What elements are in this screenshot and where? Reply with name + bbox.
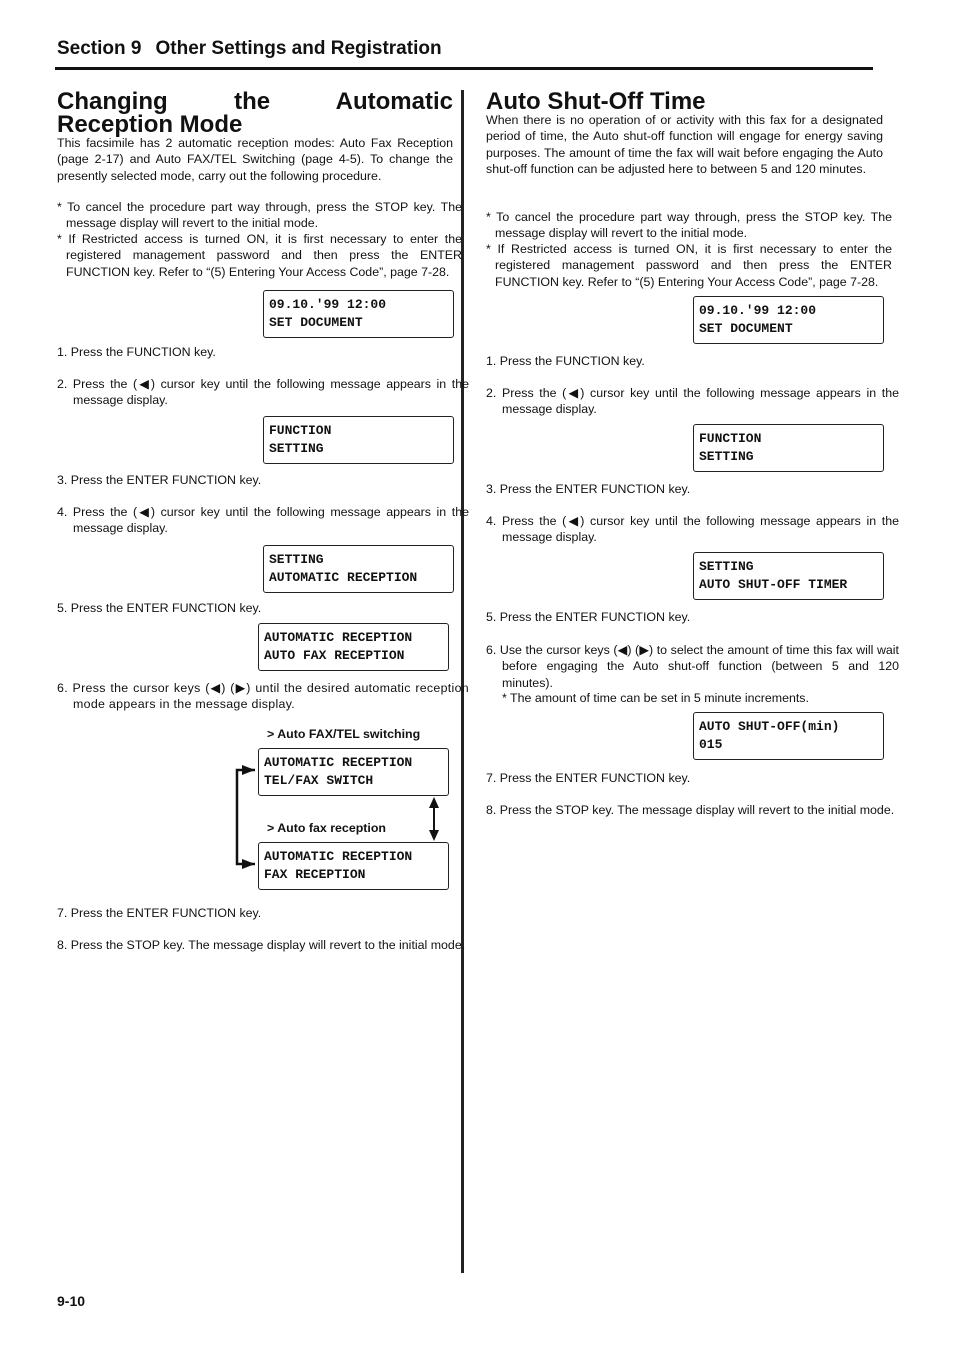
header-rule — [55, 67, 873, 70]
right-step-7: 7. Press the ENTER FUNCTION key. — [486, 771, 691, 785]
page-number: 9-10 — [57, 1293, 86, 1309]
cycle-arrow-icon — [235, 765, 255, 869]
left-note-restricted: * If Restricted access is turned ON, it … — [57, 232, 462, 279]
lcd-line: AUTO FAX RECEPTION — [264, 647, 405, 663]
right-step-5: 5. Press the ENTER FUNCTION key. — [486, 610, 691, 624]
lcd-minutes: AUTO SHUT-OFF(min) 015 — [693, 712, 884, 760]
right-note-cancel: * To cancel the procedure part way throu… — [486, 210, 892, 241]
lcd-line: AUTO SHUT-OFF(min) — [699, 719, 840, 734]
right-step-4: 4. Press the (◀) cursor key until the fo… — [486, 514, 899, 545]
right-title: Auto Shut-Off Time — [486, 88, 706, 115]
lcd-line: SETTING — [699, 448, 754, 464]
right-step-3: 3. Press the ENTER FUNCTION key. — [486, 482, 691, 496]
lcd-function: FUNCTION SETTING — [263, 416, 454, 464]
left-note-cancel: * To cancel the procedure part way throu… — [57, 200, 462, 231]
left-step-8: 8. Press the STOP key. The message displ… — [57, 938, 466, 952]
lcd-line: SETTING — [269, 552, 324, 567]
lcd-line: AUTO SHUT-OFF TIMER — [699, 576, 848, 592]
lcd-line: SETTING — [699, 559, 754, 574]
double-arrow-icon — [429, 797, 439, 841]
left-step-5: 5. Press the ENTER FUNCTION key. — [57, 601, 262, 615]
lcd-function-right: FUNCTION SETTING — [693, 424, 884, 472]
lcd-line: SET DOCUMENT — [699, 320, 793, 336]
label-fax: > Auto fax reception — [267, 821, 386, 835]
lcd-line: SETTING — [269, 440, 324, 456]
lcd-initial: 09.10.'99 12:00 SET DOCUMENT — [263, 290, 454, 338]
left-step-2: 2. Press the (◀) cursor key until the fo… — [57, 377, 469, 408]
label-telfax: > Auto FAX/TEL switching — [267, 727, 421, 741]
lcd-line: TEL/FAX SWITCH — [264, 772, 374, 788]
lcd-line: 09.10.'99 12:00 — [269, 297, 387, 312]
right-step-1: 1. Press the FUNCTION key. — [486, 354, 645, 368]
lcd-line: FAX RECEPTION — [264, 866, 366, 882]
section-number: Section 9 — [57, 38, 142, 59]
left-step-7: 7. Press the ENTER FUNCTION key. — [57, 906, 262, 920]
right-step-8: 8. Press the STOP key. The message displ… — [486, 803, 895, 817]
right-step-6-note: * The amount of time can be set in 5 min… — [502, 691, 809, 705]
right-note-restricted: * If Restricted access is turned ON, it … — [486, 242, 892, 289]
lcd-setting-right: SETTING AUTO SHUT-OFF TIMER — [693, 552, 884, 600]
section-header: Section 9 Other Settings and Registration — [57, 38, 442, 60]
lcd-fax: AUTOMATIC RECEPTION FAX RECEPTION — [258, 842, 449, 890]
left-step-1: 1. Press the FUNCTION key. — [57, 345, 216, 359]
lcd-line: AUTOMATIC RECEPTION — [264, 755, 413, 770]
left-title: Changing the Automatic Reception Mode — [57, 88, 453, 138]
lcd-telfax: AUTOMATIC RECEPTION TEL/FAX SWITCH — [258, 748, 449, 796]
lcd-line: AUTOMATIC RECEPTION — [264, 849, 413, 864]
lcd-current-mode: AUTOMATIC RECEPTION AUTO FAX RECEPTION — [258, 623, 449, 671]
lcd-line: FUNCTION — [269, 423, 332, 438]
lcd-line: SET DOCUMENT — [269, 314, 363, 330]
lcd-line: FUNCTION — [699, 431, 762, 446]
lcd-line: AUTOMATIC RECEPTION — [264, 630, 413, 645]
lcd-line: AUTOMATIC RECEPTION — [269, 569, 418, 585]
lcd-initial-right: 09.10.'99 12:00 SET DOCUMENT — [693, 296, 884, 344]
right-step-2: 2. Press the (◀) cursor key until the fo… — [486, 386, 899, 417]
left-intro: This facsimile has 2 automatic reception… — [57, 136, 453, 183]
left-step-3: 3. Press the ENTER FUNCTION key. — [57, 473, 262, 487]
right-intro: When there is no operation of or activit… — [486, 113, 883, 176]
left-step-6: 6. Press the cursor keys (◀) (▶) until t… — [57, 681, 469, 712]
lcd-line: 015 — [699, 736, 723, 752]
lcd-setting: SETTING AUTOMATIC RECEPTION — [263, 545, 454, 593]
section-title: Other Settings and Registration — [155, 38, 442, 59]
right-step-6: 6. Use the cursor keys (◀) (▶) to select… — [486, 643, 899, 690]
lcd-line: 09.10.'99 12:00 — [699, 303, 817, 318]
left-step-4: 4. Press the (◀) cursor key until the fo… — [57, 505, 469, 536]
